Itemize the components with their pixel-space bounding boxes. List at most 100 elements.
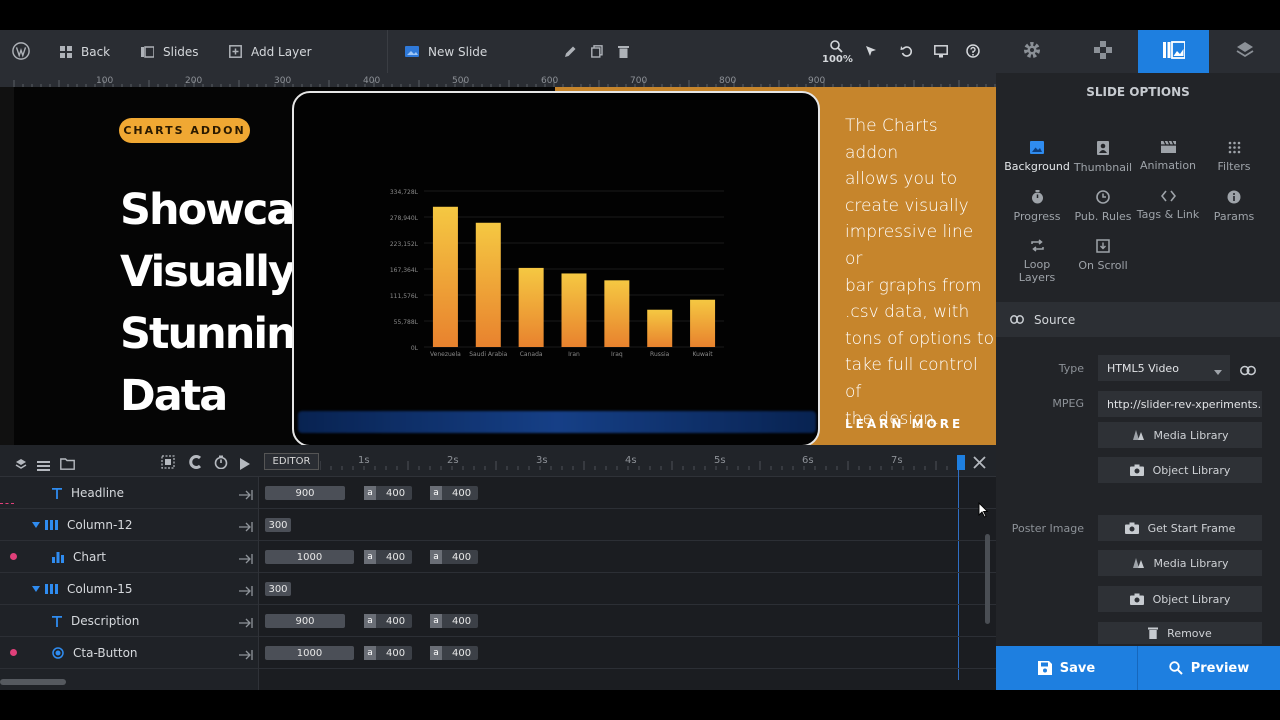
timeline-row-cta-button[interactable]: Cta-Button 1000 a 400 a 400 [0,637,996,669]
edit-icon[interactable] [561,42,579,60]
duration-block[interactable]: 300 [265,518,291,532]
timeline-divider [258,477,259,690]
out-animation-block[interactable]: a 400 [430,646,478,660]
in-animation-block[interactable]: a 400 [364,550,412,564]
option-label: Pub. Rules [1074,210,1132,223]
playhead-handle[interactable] [957,455,965,470]
fit-icon[interactable] [161,454,175,473]
vertical-scrollbar[interactable] [985,534,990,624]
object-library-button[interactable]: Object Library [1098,457,1262,483]
media-library-button[interactable]: Media Library [1098,422,1262,448]
duration-block[interactable]: 300 [265,582,291,596]
arrow-right-icon[interactable] [239,582,253,601]
arrow-right-icon[interactable] [239,550,253,569]
timeline-row-headline[interactable]: Headline 900 a 400 a 400 [0,477,996,509]
option-thumbnail[interactable]: Thumbnail [1070,141,1136,174]
list-icon[interactable] [37,456,50,475]
layer-item[interactable]: Column-15 [32,573,133,605]
help-icon[interactable] [964,42,982,60]
in-animation-block[interactable]: a 400 [364,614,412,628]
tab-general-settings[interactable] [996,30,1067,73]
cursor-icon[interactable] [862,42,880,60]
mpeg-url-input[interactable]: http://slider-rev-xperiments.l [1098,391,1262,417]
poster-media-library-button[interactable]: Media Library [1098,550,1262,576]
layer-item[interactable]: Cta-Button [52,637,138,669]
timeline-row-column-15[interactable]: Column-15 300 [0,573,996,605]
out-animation-block[interactable]: a 400 [430,486,478,500]
charts-addon-badge[interactable]: CHARTS ADDON [119,118,250,143]
back-button[interactable]: Back [60,30,110,73]
preview-button[interactable]: Preview [1138,646,1280,690]
get-start-frame-button[interactable]: Get Start Frame [1098,515,1262,541]
y-tick-label: 278,940L [390,215,419,222]
editor-button[interactable]: EDITOR [264,453,319,470]
arrow-right-icon[interactable] [239,614,253,633]
out-animation-block[interactable]: a 400 [430,550,478,564]
magnet-icon[interactable] [188,454,202,473]
timeline-row-description[interactable]: Description 900 a 400 a 400 [0,605,996,637]
option-params[interactable]: Params [1201,190,1267,223]
duration-block[interactable]: 1000 [265,646,354,660]
bar [561,273,587,347]
description[interactable]: The Charts addon allows you to create vi… [845,113,995,432]
duration-block[interactable]: 1000 [265,550,354,564]
folder-icon[interactable] [60,455,75,474]
arrow-right-icon[interactable] [239,646,253,665]
arrow-right-icon[interactable] [239,518,253,537]
x-tick-label: Iraq [611,351,623,358]
duplicate-icon[interactable] [588,42,606,60]
option-animation[interactable]: Animation [1135,141,1201,172]
horizontal-scrollbar[interactable] [0,679,66,685]
slide-name[interactable]: New Slide [405,30,487,73]
out-animation-block[interactable]: a 400 [430,614,478,628]
option-pub-rules[interactable]: Pub. Rules [1070,190,1136,223]
in-animation-block[interactable]: a 400 [364,646,412,660]
layer-item[interactable]: Description [52,605,139,637]
layers-stack-icon[interactable] [15,455,27,474]
timeline-row-chart[interactable]: Chart 1000 a 400 a 400 [0,541,996,573]
tab-layers[interactable] [1209,30,1280,73]
close-icon[interactable] [973,454,986,473]
tab-navigation[interactable] [1067,30,1138,73]
camera-icon [1124,522,1139,534]
option-progress[interactable]: Progress [1004,190,1070,223]
chart-layer[interactable]: 0L 55,788L 111,576L 167,364L 223,152L 278,940… [292,91,820,445]
mpeg-value: http://slider-rev-xperiments.l [1107,397,1262,411]
slides-button[interactable]: Slides [141,30,199,73]
tab-slide-options[interactable] [1138,30,1209,73]
timer-icon[interactable] [214,454,228,473]
layer-item[interactable]: Column-12 [32,509,133,541]
timeline-row-column-12[interactable]: Column-12 300 [0,509,996,541]
chain-link-icon[interactable] [1240,361,1256,380]
option-background[interactable]: Background [1004,141,1070,173]
duration-block[interactable]: 900 [265,486,345,500]
zoom-control[interactable]: 100% [822,40,853,65]
wordpress-icon[interactable] [12,42,30,60]
desktop-view-icon[interactable] [932,42,950,60]
type-select[interactable]: HTML5 Video [1098,355,1230,381]
arrow-right-icon[interactable] [239,486,253,505]
poster-object-library-button[interactable]: Object Library [1098,586,1262,612]
add-layer-button[interactable]: Add Layer [229,30,312,73]
play-icon[interactable] [240,455,250,474]
layer-item[interactable]: Chart [52,541,106,573]
save-button[interactable]: Save [996,646,1138,690]
layer-item[interactable]: Headline [52,477,124,509]
slide-canvas[interactable]: CHARTS ADDON Showcase Visually Stunning … [14,87,996,445]
duration-block[interactable]: 900 [265,614,345,628]
x-tick-label: Russia [650,351,670,358]
x-tick-label: Venezuela [430,351,461,358]
remove-button[interactable]: Remove [1098,622,1262,644]
option-on-scroll[interactable]: On Scroll [1070,239,1136,272]
media-library-icon [1132,429,1145,441]
description-line: allows you to [845,169,958,190]
slides-label: Slides [163,44,199,59]
option-tags-link[interactable]: Tags & Link [1135,190,1201,221]
learn-more-button[interactable]: LEARN MORE [845,417,963,431]
option-loop-layers[interactable]: Loop Layers [1004,239,1070,284]
trash-icon[interactable] [614,42,632,60]
source-section-header[interactable]: Source [996,302,1280,337]
undo-icon[interactable] [897,42,915,60]
option-filters[interactable]: Filters [1201,141,1267,173]
in-animation-block[interactable]: a 400 [364,486,412,500]
